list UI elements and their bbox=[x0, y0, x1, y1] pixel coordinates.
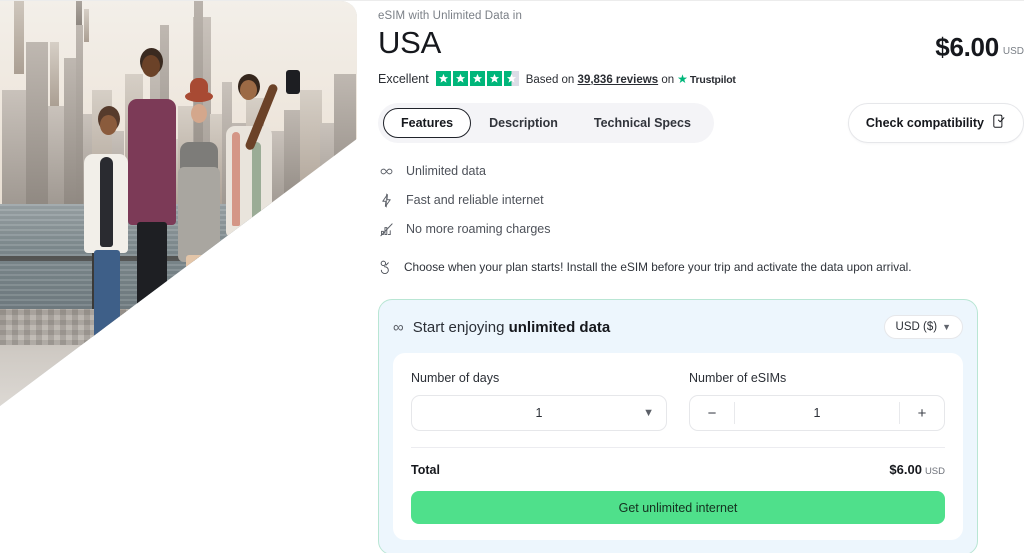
no-roaming-icon bbox=[378, 222, 395, 237]
chevron-down-icon: ▼ bbox=[643, 407, 654, 419]
get-unlimited-internet-button[interactable]: Get unlimited internet bbox=[411, 491, 945, 524]
trustpilot-rating[interactable]: Excellent Based on 39,836 reviews on ★ Tru… bbox=[378, 71, 1024, 86]
esims-value: 1 bbox=[813, 406, 821, 420]
panel-title-strong: unlimited data bbox=[508, 318, 611, 336]
esims-stepper: − 1 + bbox=[689, 395, 945, 431]
star-icon bbox=[435, 71, 451, 86]
infinity-icon: ∞ bbox=[393, 318, 404, 336]
product-eyebrow: eSIM with Unlimited Data in bbox=[378, 10, 522, 22]
star-icon bbox=[452, 71, 468, 86]
plan-start-note-text: Choose when your plan starts! Install th… bbox=[404, 260, 912, 274]
days-select[interactable]: 1 ▼ bbox=[411, 395, 667, 431]
lightning-bolt-icon bbox=[378, 193, 395, 208]
star-rating bbox=[435, 71, 519, 86]
based-on-prefix: Based on bbox=[525, 73, 575, 86]
panel-header: ∞ Start enjoying unlimited data USD ($) … bbox=[393, 315, 963, 339]
purchase-panel: ∞ Start enjoying unlimited data USD ($) … bbox=[378, 299, 978, 553]
rating-word: Excellent bbox=[378, 71, 429, 86]
tap-gesture-icon bbox=[378, 259, 394, 280]
esims-decrement-button[interactable]: − bbox=[690, 396, 734, 430]
panel-title-prefix: Start enjoying bbox=[412, 318, 509, 336]
days-selector-group: Number of days 1 ▼ bbox=[411, 371, 667, 431]
product-page: eSIM with Unlimited Data in USA $6.00 USD… bbox=[0, 0, 1024, 553]
phone bbox=[286, 69, 300, 94]
currency-selector[interactable]: USD ($) ▼ bbox=[883, 315, 963, 339]
panel-title-text: Start enjoying unlimited data bbox=[413, 319, 611, 336]
infinity-icon bbox=[378, 164, 395, 179]
tab-description[interactable]: Description bbox=[471, 108, 576, 138]
total-price-block: $6.00 USD bbox=[889, 461, 945, 479]
tab-list: Features Description Technical Specs bbox=[378, 103, 714, 143]
tab-features[interactable]: Features bbox=[383, 108, 472, 138]
star-icon bbox=[486, 71, 502, 86]
card-divider bbox=[411, 447, 945, 448]
purchase-card: Number of days 1 ▼ Number of eSIMs − 1 +… bbox=[393, 353, 963, 540]
star-half-icon bbox=[503, 71, 519, 86]
esims-label: Number of eSIMs bbox=[689, 371, 787, 385]
chevron-down-icon: ▼ bbox=[942, 322, 951, 332]
product-price: $6.00 bbox=[935, 32, 999, 62]
feature-item: Unlimited data bbox=[378, 160, 1024, 182]
page-title: USA bbox=[378, 25, 442, 60]
check-compatibility-button[interactable]: Check compatibility bbox=[847, 103, 1024, 143]
total-value: $6.00 bbox=[889, 462, 922, 477]
reviews-count-link[interactable]: 39,836 reviews bbox=[578, 74, 659, 86]
days-value: 1 bbox=[535, 406, 543, 420]
reviews-text: Based on 39,836 reviews on ★ Trustpilot bbox=[526, 72, 736, 86]
phone-check-icon bbox=[992, 114, 1006, 132]
cobblestone bbox=[0, 308, 357, 346]
price-block: $6.00 USD bbox=[935, 32, 1024, 63]
feature-label: No more roaming charges bbox=[406, 222, 551, 236]
star-icon bbox=[469, 71, 485, 86]
product-price-currency: USD bbox=[1002, 46, 1024, 57]
trustpilot-star-icon: ★ bbox=[677, 71, 688, 86]
feature-label: Unlimited data bbox=[406, 164, 486, 178]
feature-list: Unlimited data Fast and reliable interne… bbox=[378, 160, 1024, 240]
selectors-row: Number of days 1 ▼ Number of eSIMs − 1 + bbox=[411, 371, 945, 431]
total-currency: USD bbox=[924, 466, 945, 477]
total-row: Total $6.00 USD bbox=[411, 461, 945, 479]
feature-item: No more roaming charges bbox=[378, 218, 1024, 240]
tabs-row: Features Description Technical Specs Che… bbox=[378, 103, 1024, 143]
tab-technical-specs[interactable]: Technical Specs bbox=[576, 108, 709, 138]
feature-item: Fast and reliable internet bbox=[378, 189, 1024, 211]
product-details: eSIM with Unlimited Data in USA $6.00 USD… bbox=[378, 1, 1024, 553]
feature-label: Fast and reliable internet bbox=[406, 193, 544, 207]
currency-selector-label: USD ($) bbox=[895, 321, 938, 333]
on-text: on bbox=[661, 73, 675, 86]
esims-increment-button[interactable]: + bbox=[900, 396, 944, 430]
plan-start-note: Choose when your plan starts! Install th… bbox=[378, 259, 1024, 280]
panel-title: ∞ Start enjoying unlimited data bbox=[393, 319, 610, 336]
railing-post bbox=[318, 235, 336, 382]
hero-image bbox=[0, 1, 357, 406]
esims-selector-group: Number of eSIMs − 1 + bbox=[689, 371, 945, 431]
trustpilot-brand: Trustpilot bbox=[689, 73, 736, 86]
days-label: Number of days bbox=[411, 371, 500, 385]
total-label: Total bbox=[411, 463, 440, 477]
person bbox=[218, 58, 282, 382]
title-price-row: USA $6.00 USD bbox=[378, 22, 1024, 63]
check-compatibility-label: Check compatibility bbox=[865, 116, 984, 130]
